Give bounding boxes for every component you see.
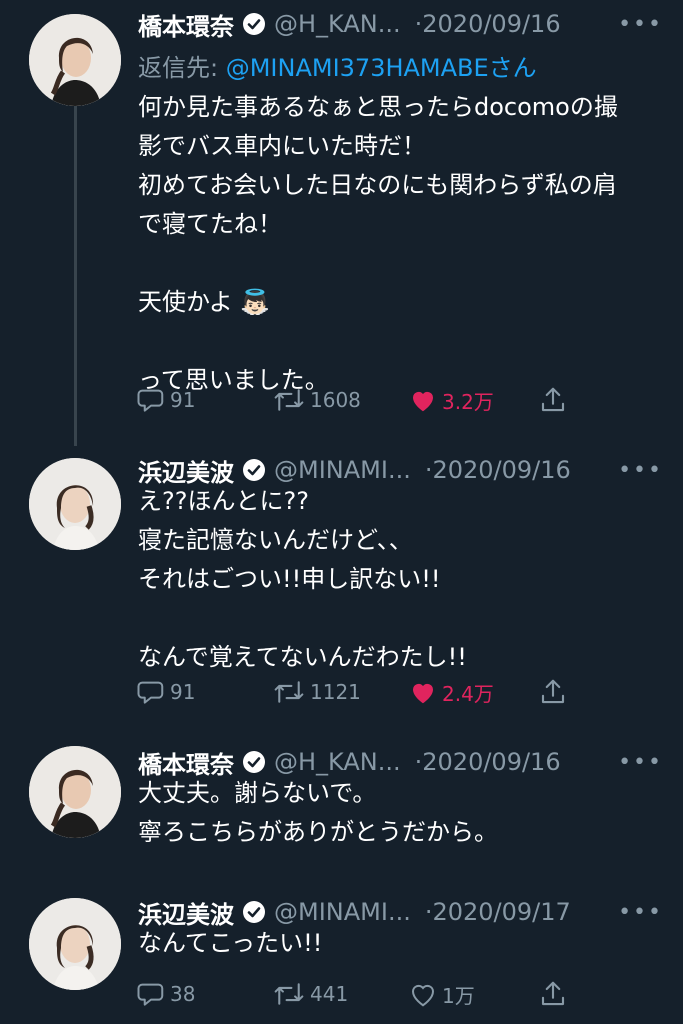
- verified-badge-icon: [243, 751, 265, 773]
- tweet-date[interactable]: 2020/09/16: [432, 456, 570, 484]
- tweet-2[interactable]: 浜辺美波 @MINAMI... · 2020/09/16 ••• え??ほんとに…: [0, 450, 683, 740]
- retweet-icon: [274, 681, 304, 703]
- tweet-text-content: なんてこったい!!: [138, 929, 323, 957]
- verified-badge-icon: [243, 13, 265, 35]
- retweet-count: 1608: [310, 388, 361, 412]
- user-handle[interactable]: @H_KAN...: [274, 10, 401, 38]
- share-icon: [541, 679, 565, 704]
- reply-count: 91: [170, 388, 196, 412]
- more-icon[interactable]: •••: [618, 750, 663, 775]
- reply-to-mention[interactable]: @MINAMI373HAMABEさん: [226, 54, 537, 82]
- like-count: 2.4万: [442, 681, 494, 706]
- tweet-actions: 91 1608 3.2万: [136, 380, 576, 420]
- reply-icon: [137, 983, 164, 1006]
- more-icon[interactable]: •••: [618, 458, 663, 483]
- retweet-count: 1121: [310, 680, 361, 704]
- like-button[interactable]: 2.4万: [408, 677, 494, 707]
- tweet-actions: 38 441 1万: [136, 974, 576, 1014]
- tweet-text-content: 大丈夫。謝らないで。 寧ろこちらがありがとうだから。: [138, 779, 498, 846]
- reply-button[interactable]: 38: [136, 979, 195, 1009]
- share-button[interactable]: [538, 385, 572, 415]
- like-count: 1万: [442, 983, 475, 1008]
- more-icon[interactable]: •••: [618, 900, 663, 925]
- retweet-icon: [274, 983, 304, 1005]
- like-button[interactable]: 1万: [408, 979, 475, 1009]
- share-icon: [541, 387, 565, 412]
- like-count: 3.2万: [442, 389, 494, 414]
- tweet-1[interactable]: 橋本環奈 @H_KAN... · 2020/09/16 ••• 返信先: @MI…: [0, 4, 683, 444]
- tweet-3[interactable]: 橋本環奈 @H_KAN... · 2020/09/16 ••• 大丈夫。謝らない…: [0, 742, 683, 882]
- tweet-4[interactable]: 浜辺美波 @MINAMI... · 2020/09/17 ••• なんてこったい…: [0, 892, 683, 1024]
- user-handle[interactable]: @H_KAN...: [274, 748, 401, 776]
- reply-count: 38: [170, 982, 196, 1006]
- heart-icon: [413, 683, 433, 704]
- reply-to-line: 返信先: @MINAMI373HAMABEさん: [138, 48, 537, 83]
- tweet-text-content: え??ほんとに?? 寝た記憶ないんだけど、、 それはごつい!!申し訳ない!! な…: [138, 487, 467, 671]
- heart-icon: [411, 984, 435, 1007]
- more-icon[interactable]: •••: [618, 12, 663, 37]
- retweet-button[interactable]: 1608: [272, 385, 361, 415]
- avatar-hamabe[interactable]: [29, 458, 121, 550]
- share-button[interactable]: [538, 677, 572, 707]
- separator-dot: ·: [424, 456, 433, 484]
- tweet-text: 大丈夫。謝らないで。 寧ろこちらがありがとうだから。: [138, 774, 665, 852]
- tweet-actions: 91 1121 2.4万: [136, 672, 576, 712]
- reply-icon: [137, 681, 164, 704]
- tweet-date[interactable]: 2020/09/17: [432, 898, 570, 926]
- avatar-hashimoto[interactable]: [29, 746, 121, 838]
- like-button[interactable]: 3.2万: [408, 385, 494, 415]
- tweet-text-content: 何か見た事あるなぁと思ったらdocomoの撮 影でバス車内にいた時だ！ 初めてお…: [138, 93, 618, 394]
- avatar-hamabe[interactable]: [29, 898, 121, 990]
- separator-dot: ·: [414, 748, 423, 776]
- avatar-hashimoto[interactable]: [29, 14, 121, 106]
- separator-dot: ·: [414, 10, 423, 38]
- tweet-text: え??ほんとに?? 寝た記憶ないんだけど、、 それはごつい!!申し訳ない!! な…: [138, 482, 665, 677]
- tweet-date[interactable]: 2020/09/16: [422, 10, 560, 38]
- verified-badge-icon: [243, 901, 265, 923]
- tweet-date[interactable]: 2020/09/16: [422, 748, 560, 776]
- retweet-button[interactable]: 1121: [272, 677, 361, 707]
- share-icon: [541, 981, 565, 1006]
- display-name[interactable]: 橋本環奈: [138, 7, 234, 42]
- verified-badge-icon: [243, 459, 265, 481]
- retweet-icon: [274, 389, 304, 411]
- reply-count: 91: [170, 680, 196, 704]
- reply-icon: [137, 389, 164, 412]
- tweet-text: 何か見た事あるなぁと思ったらdocomoの撮 影でバス車内にいた時だ！ 初めてお…: [138, 88, 665, 400]
- reply-to-label: 返信先:: [138, 54, 226, 82]
- share-button[interactable]: [538, 979, 572, 1009]
- retweet-count: 441: [310, 982, 349, 1006]
- reply-button[interactable]: 91: [136, 385, 195, 415]
- tweet-text: なんてこったい!!: [138, 924, 665, 963]
- reply-button[interactable]: 91: [136, 677, 195, 707]
- user-handle[interactable]: @MINAMI...: [274, 898, 411, 926]
- retweet-button[interactable]: 441: [272, 979, 348, 1009]
- separator-dot: ·: [424, 898, 433, 926]
- heart-icon: [413, 391, 433, 412]
- user-handle[interactable]: @MINAMI...: [274, 456, 411, 484]
